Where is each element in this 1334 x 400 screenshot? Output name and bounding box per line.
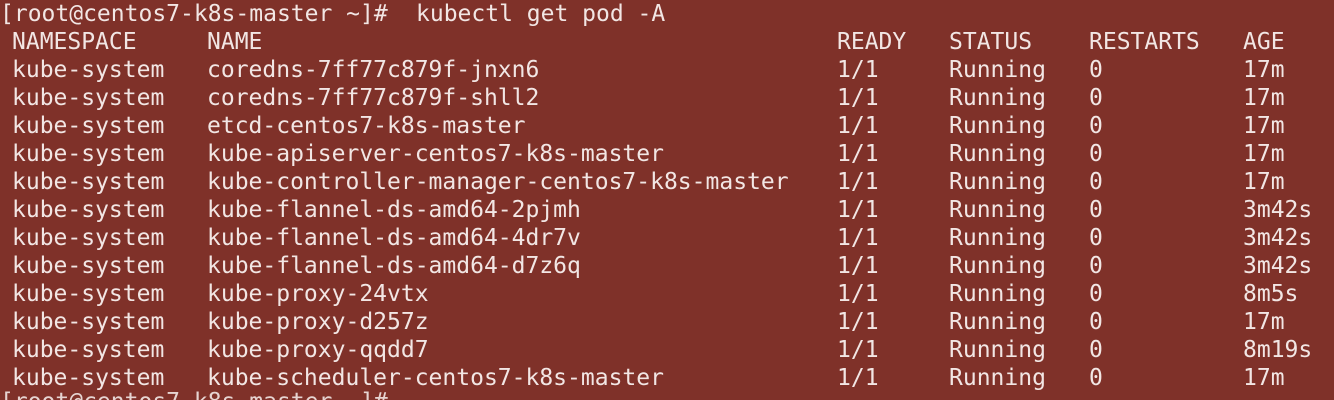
ready-cell: 1/1: [837, 309, 879, 335]
status-cell: Running: [949, 365, 1046, 391]
ready-cell: 1/1: [837, 253, 879, 279]
pod-name-cell: kube-controller-manager-centos7-k8s-mast…: [207, 169, 789, 195]
age-cell: 3m42s: [1243, 197, 1313, 223]
ready-cell: 1/1: [837, 141, 879, 167]
restarts-cell: 0: [1089, 197, 1103, 223]
status-cell: Running: [949, 309, 1046, 335]
age-cell: 3m42s: [1243, 225, 1313, 251]
restarts-cell: 0: [1089, 113, 1103, 139]
table-row: kube-system kube-proxy-24vtx 1/1 Running…: [0, 280, 1334, 308]
pod-name-cell: etcd-centos7-k8s-master: [207, 113, 526, 139]
status-cell: Running: [949, 337, 1046, 363]
restarts-cell: 0: [1089, 309, 1103, 335]
table-row: kube-system kube-apiserver-centos7-k8s-m…: [0, 140, 1334, 168]
status-cell: Running: [949, 169, 1046, 195]
table-row: kube-system coredns-7ff77c879f-jnxn6 1/1…: [0, 56, 1334, 84]
ready-cell: 1/1: [837, 113, 879, 139]
age-cell: 17m: [1243, 85, 1285, 111]
shell-prompt: [root@centos7-k8s-master ~]#: [0, 388, 388, 400]
status-cell: Running: [949, 113, 1046, 139]
restarts-cell: 0: [1089, 169, 1103, 195]
restarts-cell: 0: [1089, 141, 1103, 167]
pod-name-cell: kube-flannel-ds-amd64-2pjmh: [207, 197, 581, 223]
restarts-cell: 0: [1089, 57, 1103, 83]
terminal-window[interactable]: [root@centos7-k8s-master ~]# kubectl get…: [0, 0, 1334, 400]
restarts-cell: 0: [1089, 225, 1103, 251]
status-cell: Running: [949, 197, 1046, 223]
table-row: kube-system kube-controller-manager-cent…: [0, 168, 1334, 196]
namespace-cell: kube-system: [12, 57, 165, 83]
header-name: NAME: [207, 29, 263, 55]
pod-name-cell: coredns-7ff77c879f-jnxn6: [207, 57, 540, 83]
table-row: kube-system kube-proxy-qqdd7 1/1 Running…: [0, 336, 1334, 364]
namespace-cell: kube-system: [12, 113, 165, 139]
status-cell: Running: [949, 57, 1046, 83]
ready-cell: 1/1: [837, 365, 879, 391]
header-restarts: RESTARTS: [1089, 29, 1200, 55]
ready-cell: 1/1: [837, 57, 879, 83]
age-cell: 17m: [1243, 141, 1285, 167]
command-line: [root@centos7-k8s-master ~]# kubectl get…: [0, 0, 665, 28]
namespace-cell: kube-system: [12, 253, 165, 279]
pod-name-cell: kube-proxy-24vtx: [207, 281, 429, 307]
namespace-cell: kube-system: [12, 337, 165, 363]
restarts-cell: 0: [1089, 281, 1103, 307]
age-cell: 8m19s: [1243, 337, 1313, 363]
pod-name-cell: kube-proxy-d257z: [207, 309, 429, 335]
restarts-cell: 0: [1089, 337, 1103, 363]
pod-name-cell: kube-proxy-qqdd7: [207, 337, 429, 363]
header-status: STATUS: [949, 29, 1033, 55]
restarts-cell: 0: [1089, 365, 1103, 391]
ready-cell: 1/1: [837, 281, 879, 307]
status-cell: Running: [949, 85, 1046, 111]
ready-cell: 1/1: [837, 225, 879, 251]
header-ready: READY: [837, 29, 907, 55]
ready-cell: 1/1: [837, 197, 879, 223]
restarts-cell: 0: [1089, 253, 1103, 279]
pod-name-cell: kube-flannel-ds-amd64-4dr7v: [207, 225, 581, 251]
age-cell: 17m: [1243, 309, 1285, 335]
table-row: kube-system kube-flannel-ds-amd64-4dr7v …: [0, 224, 1334, 252]
table-row: kube-system kube-proxy-d257z 1/1 Running…: [0, 308, 1334, 336]
namespace-cell: kube-system: [12, 281, 165, 307]
table-header-row: NAMESPACE NAME READY STATUS RESTARTS AGE: [0, 28, 1334, 56]
age-cell: 17m: [1243, 57, 1285, 83]
next-prompt-line: [root@centos7-k8s-master ~]#: [0, 388, 388, 400]
table-row: kube-system etcd-centos7-k8s-master 1/1 …: [0, 112, 1334, 140]
ready-cell: 1/1: [837, 169, 879, 195]
status-cell: Running: [949, 141, 1046, 167]
table-row: kube-system kube-flannel-ds-amd64-2pjmh …: [0, 196, 1334, 224]
namespace-cell: kube-system: [12, 85, 165, 111]
namespace-cell: kube-system: [12, 309, 165, 335]
pod-name-cell: coredns-7ff77c879f-shll2: [207, 85, 540, 111]
age-cell: 17m: [1243, 365, 1285, 391]
restarts-cell: 0: [1089, 85, 1103, 111]
table-row: kube-system coredns-7ff77c879f-shll2 1/1…: [0, 84, 1334, 112]
table-row: kube-system kube-flannel-ds-amd64-d7z6q …: [0, 252, 1334, 280]
age-cell: 8m5s: [1243, 281, 1299, 307]
header-age: AGE: [1243, 29, 1285, 55]
age-cell: 17m: [1243, 169, 1285, 195]
status-cell: Running: [949, 253, 1046, 279]
age-cell: 3m42s: [1243, 253, 1313, 279]
entered-command: kubectl get pod -A: [416, 1, 666, 27]
namespace-cell: kube-system: [12, 197, 165, 223]
namespace-cell: kube-system: [12, 141, 165, 167]
namespace-cell: kube-system: [12, 225, 165, 251]
ready-cell: 1/1: [837, 337, 879, 363]
shell-prompt: [root@centos7-k8s-master ~]#: [0, 1, 388, 27]
ready-cell: 1/1: [837, 85, 879, 111]
pod-name-cell: kube-flannel-ds-amd64-d7z6q: [207, 253, 581, 279]
status-cell: Running: [949, 225, 1046, 251]
status-cell: Running: [949, 281, 1046, 307]
pod-name-cell: kube-apiserver-centos7-k8s-master: [207, 141, 664, 167]
namespace-cell: kube-system: [12, 169, 165, 195]
age-cell: 17m: [1243, 113, 1285, 139]
header-namespace: NAMESPACE: [12, 29, 137, 55]
